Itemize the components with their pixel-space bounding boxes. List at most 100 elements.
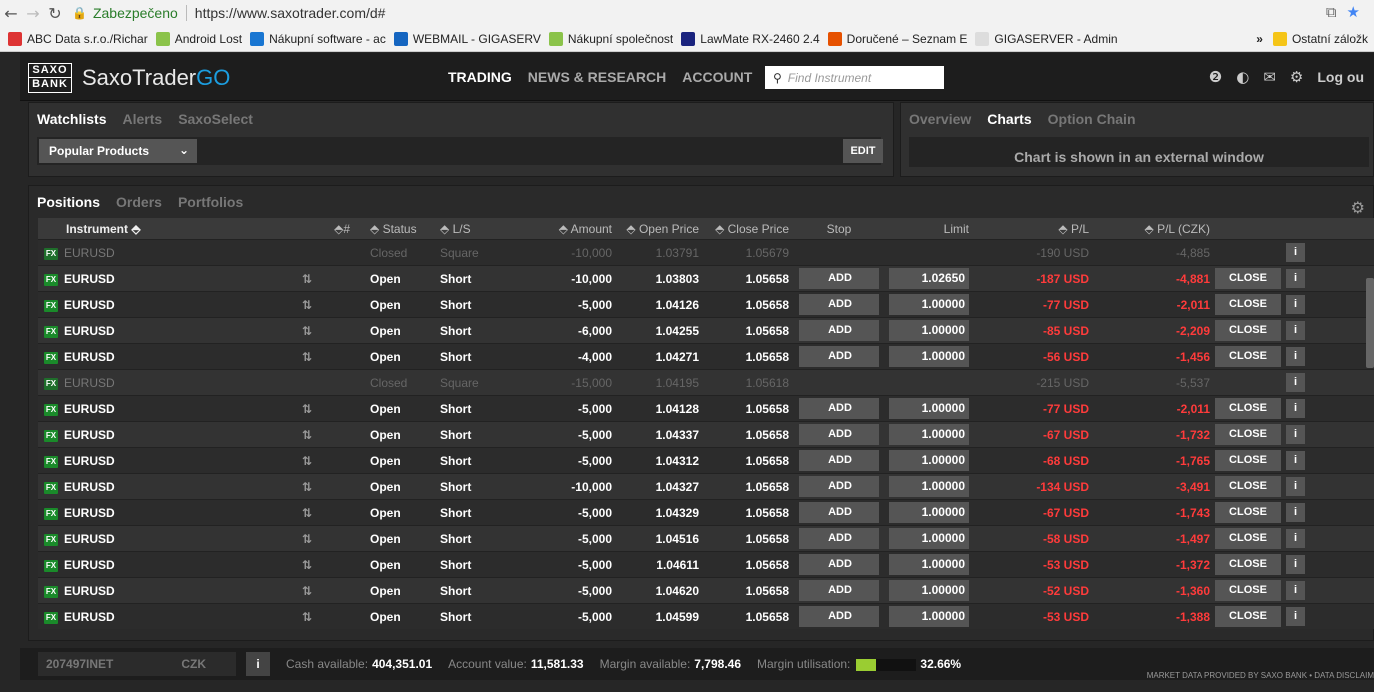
- tab-positions[interactable]: Positions: [37, 194, 100, 210]
- close-position-button[interactable]: CLOSE: [1215, 502, 1281, 523]
- close-position-button[interactable]: CLOSE: [1215, 424, 1281, 445]
- watchlist-select[interactable]: Popular Products ⌄: [39, 139, 197, 163]
- add-stop-button[interactable]: ADD: [799, 294, 879, 315]
- tab-charts[interactable]: Charts: [987, 111, 1031, 127]
- close-position-button[interactable]: CLOSE: [1215, 294, 1281, 315]
- transfer-icon[interactable]: ⇅: [302, 532, 332, 546]
- limit-button[interactable]: 1.00000: [889, 528, 969, 549]
- limit-button[interactable]: 1.02650: [889, 268, 969, 289]
- instrument-symbol[interactable]: EURUSD: [64, 428, 302, 442]
- positions-settings-icon[interactable]: ⚙: [1351, 198, 1365, 217]
- col-instrument[interactable]: Instrument ⬘: [64, 222, 302, 236]
- table-row[interactable]: FX EURUSD ⇅ Open Short -10,000 1.03803 1.05658 A…: [38, 265, 1374, 291]
- transfer-icon[interactable]: ⇅: [302, 480, 332, 494]
- search-input[interactable]: ⚲ Find Instrument: [765, 66, 944, 89]
- info-button[interactable]: i: [1286, 477, 1305, 496]
- add-stop-button[interactable]: ADD: [799, 476, 879, 497]
- col-ls[interactable]: ⬘ L/S: [440, 222, 540, 236]
- nav-news-research[interactable]: NEWS & RESEARCH: [528, 69, 666, 85]
- instrument-symbol[interactable]: EURUSD: [64, 610, 302, 624]
- col-pl[interactable]: ⬘ P/L: [969, 222, 1089, 236]
- transfer-icon[interactable]: ⇅: [302, 298, 332, 312]
- tab-overview[interactable]: Overview: [909, 111, 971, 127]
- bookmark-item[interactable]: Nákupní společnost: [548, 32, 673, 46]
- col-num[interactable]: ⬘#: [332, 222, 350, 236]
- transfer-icon[interactable]: ⇅: [302, 584, 332, 598]
- reload-icon[interactable]: ↻: [44, 4, 66, 23]
- transfer-icon[interactable]: ⇅: [302, 558, 332, 572]
- info-button[interactable]: i: [1286, 581, 1305, 600]
- table-row[interactable]: FX EURUSD ⇅ Open Short -5,000 1.04611 1.05658 AD…: [38, 551, 1374, 577]
- nav-account[interactable]: ACCOUNT: [682, 69, 752, 85]
- limit-button[interactable]: 1.00000: [889, 320, 969, 341]
- transfer-icon[interactable]: ⇅: [302, 610, 332, 624]
- data-disclaimer[interactable]: MARKET DATA PROVIDED BY SAXO BANK • DATA…: [1147, 671, 1374, 680]
- table-row[interactable]: FX EURUSD ⇅ Open Short -5,000 1.04599 1.05658 AD…: [38, 603, 1374, 629]
- settings-gear-icon[interactable]: ⚙: [1290, 68, 1303, 86]
- back-icon[interactable]: ←: [0, 4, 22, 23]
- transfer-icon[interactable]: ⇅: [302, 402, 332, 416]
- table-row[interactable]: FX EURUSD ⇅ Open Short -10,000 1.04327 1.05658 A…: [38, 473, 1374, 499]
- bookmarks-more-icon[interactable]: »: [1256, 32, 1263, 46]
- transfer-icon[interactable]: ⇅: [302, 506, 332, 520]
- tab-watchlists[interactable]: Watchlists: [37, 111, 107, 127]
- instrument-symbol[interactable]: EURUSD: [64, 376, 302, 390]
- tab-orders[interactable]: Orders: [116, 194, 162, 210]
- add-stop-button[interactable]: ADD: [799, 580, 879, 601]
- info-button[interactable]: i: [1286, 321, 1305, 340]
- instrument-symbol[interactable]: EURUSD: [64, 350, 302, 364]
- table-row[interactable]: FX EURUSD ⇅ Open Short -5,000 1.04312 1.05658 AD…: [38, 447, 1374, 473]
- instrument-symbol[interactable]: EURUSD: [64, 584, 302, 598]
- translate-icon[interactable]: ⧉: [1326, 3, 1337, 21]
- contrast-icon[interactable]: ◐: [1236, 68, 1249, 86]
- instrument-symbol[interactable]: EURUSD: [64, 506, 302, 520]
- add-stop-button[interactable]: ADD: [799, 398, 879, 419]
- info-button[interactable]: i: [1286, 269, 1305, 288]
- limit-button[interactable]: 1.00000: [889, 294, 969, 315]
- transfer-icon[interactable]: ⇅: [302, 350, 332, 364]
- transfer-icon[interactable]: ⇅: [302, 454, 332, 468]
- info-button[interactable]: i: [1286, 425, 1305, 444]
- forward-icon[interactable]: →: [22, 4, 44, 23]
- transfer-icon[interactable]: ⇅: [302, 324, 332, 338]
- add-stop-button[interactable]: ADD: [799, 606, 879, 627]
- col-status[interactable]: ⬘ Status: [350, 222, 440, 236]
- edit-button[interactable]: EDIT: [843, 139, 883, 163]
- instrument-symbol[interactable]: EURUSD: [64, 402, 302, 416]
- instrument-symbol[interactable]: EURUSD: [64, 454, 302, 468]
- bookmark-item[interactable]: WEBMAIL - GIGASERV: [393, 32, 541, 46]
- table-row[interactable]: FX EURUSD ⇅ Open Short -4,000 1.04271 1.05658 AD…: [38, 343, 1374, 369]
- instrument-symbol[interactable]: EURUSD: [64, 298, 302, 312]
- instrument-symbol[interactable]: EURUSD: [64, 558, 302, 572]
- limit-button[interactable]: 1.00000: [889, 424, 969, 445]
- limit-button[interactable]: 1.00000: [889, 554, 969, 575]
- info-button[interactable]: i: [1286, 503, 1305, 522]
- info-button[interactable]: i: [1286, 373, 1305, 392]
- info-button[interactable]: i: [1286, 399, 1305, 418]
- info-button[interactable]: i: [1286, 555, 1305, 574]
- nav-trading[interactable]: TRADING: [448, 69, 512, 85]
- table-row[interactable]: FX EURUSD ⇅ Open Short -5,000 1.04329 1.05658 AD…: [38, 499, 1374, 525]
- table-row[interactable]: FX EURUSD Closed Square -10,000 1.03791 1.0567…: [38, 239, 1374, 265]
- bookmark-item[interactable]: Android Lost: [155, 32, 242, 46]
- info-button[interactable]: i: [1286, 347, 1305, 366]
- table-row[interactable]: FX EURUSD ⇅ Open Short -5,000 1.04620 1.05658 AD…: [38, 577, 1374, 603]
- bookmark-star-icon[interactable]: ★: [1347, 3, 1360, 21]
- col-pl-czk[interactable]: ⬘ P/L (CZK): [1089, 222, 1210, 236]
- limit-button[interactable]: 1.00000: [889, 346, 969, 367]
- help-icon[interactable]: ❷: [1209, 68, 1222, 86]
- limit-button[interactable]: 1.00000: [889, 606, 969, 627]
- url-field[interactable]: https://www.saxotrader.com/d#: [195, 5, 386, 21]
- account-selector[interactable]: 207497INET CZK: [38, 652, 236, 676]
- col-close-price[interactable]: ⬘ Close Price: [699, 222, 789, 236]
- close-position-button[interactable]: CLOSE: [1215, 554, 1281, 575]
- tab-option-chain[interactable]: Option Chain: [1048, 111, 1136, 127]
- close-position-button[interactable]: CLOSE: [1215, 320, 1281, 341]
- info-button[interactable]: i: [1286, 607, 1305, 626]
- tab-alerts[interactable]: Alerts: [123, 111, 163, 127]
- table-row[interactable]: FX EURUSD ⇅ Open Short -5,000 1.04516 1.05658 AD…: [38, 525, 1374, 551]
- instrument-symbol[interactable]: EURUSD: [64, 272, 302, 286]
- limit-button[interactable]: 1.00000: [889, 502, 969, 523]
- instrument-symbol[interactable]: EURUSD: [64, 246, 302, 260]
- add-stop-button[interactable]: ADD: [799, 268, 879, 289]
